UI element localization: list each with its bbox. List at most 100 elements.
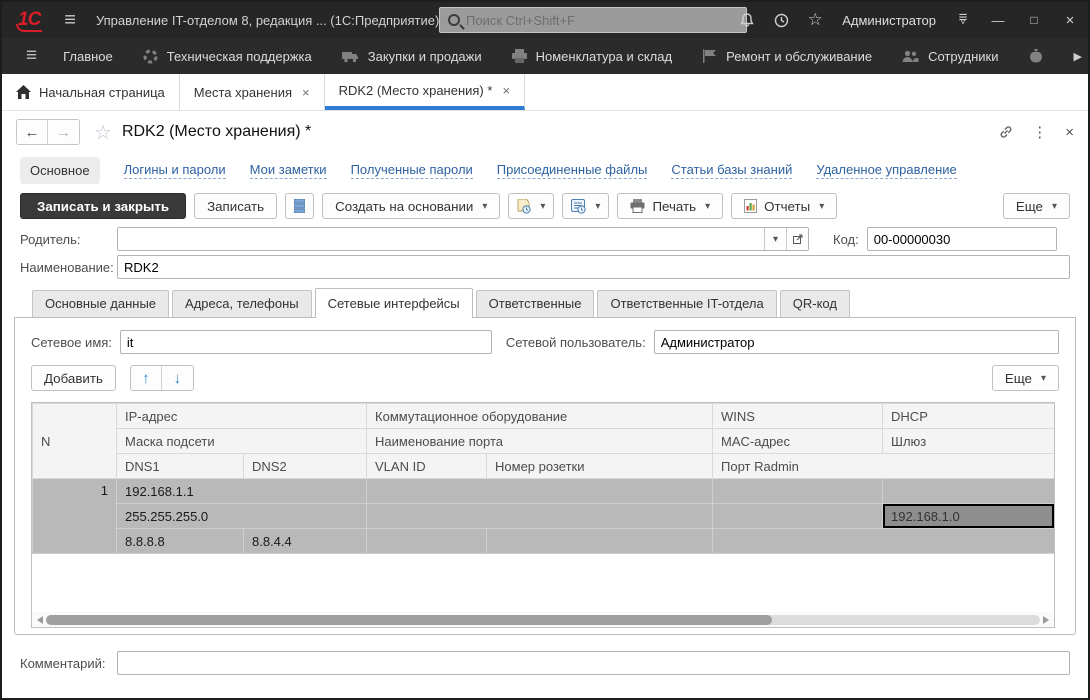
- scroll-right-icon[interactable]: [1043, 616, 1049, 624]
- section-purchases-sales[interactable]: Закупки и продажи: [342, 49, 482, 64]
- navlink-kb-articles[interactable]: Статьи базы знаний: [671, 162, 792, 179]
- net-name-input[interactable]: [120, 330, 492, 354]
- cell-wins[interactable]: [713, 479, 883, 504]
- col-equipment[interactable]: Коммутационное оборудование: [367, 404, 713, 429]
- tab-home-page[interactable]: Начальная страница: [2, 74, 180, 110]
- cell-gateway-selected[interactable]: 192.168.1.0: [883, 504, 1055, 529]
- close-window-button[interactable]: ×: [1052, 2, 1088, 38]
- ptab-qr-code[interactable]: QR-код: [780, 290, 850, 317]
- add-row-button[interactable]: Добавить: [31, 365, 116, 391]
- cell-equipment[interactable]: [367, 479, 713, 504]
- history-icon[interactable]: [764, 2, 798, 38]
- navlink-remote-control[interactable]: Удаленное управление: [816, 162, 956, 179]
- horizontal-scrollbar[interactable]: [32, 612, 1054, 627]
- col-radmin[interactable]: Порт Radmin: [713, 454, 1055, 479]
- code-input[interactable]: [867, 227, 1057, 251]
- notifications-bell-icon[interactable]: [730, 2, 764, 38]
- forward-button[interactable]: →: [48, 120, 79, 144]
- col-wins[interactable]: WINS: [713, 404, 883, 429]
- cell-socket[interactable]: [487, 529, 713, 554]
- ptab-network-interfaces[interactable]: Сетевые интерфейсы: [315, 288, 473, 318]
- parent-dropdown-icon[interactable]: ▾: [764, 228, 786, 250]
- save-button[interactable]: Записать: [194, 193, 277, 219]
- ptab-responsible[interactable]: Ответственные: [476, 290, 595, 317]
- col-ip[interactable]: IP-адрес: [117, 404, 367, 429]
- col-dns1[interactable]: DNS1: [117, 454, 244, 479]
- main-menu-icon[interactable]: ≡: [64, 9, 76, 32]
- parent-input[interactable]: [118, 228, 764, 250]
- scrollbar-thumb[interactable]: [46, 615, 772, 625]
- cell-ip[interactable]: 192.168.1.1: [117, 479, 367, 504]
- toolbar-more-button[interactable]: Еще ▾: [1003, 193, 1070, 219]
- minimize-button[interactable]: —: [980, 2, 1016, 38]
- navlink-main[interactable]: Основное: [20, 157, 100, 184]
- section-tech-support[interactable]: Техническая поддержка: [143, 49, 312, 64]
- grid-row-1-line-1[interactable]: 1 192.168.1.1: [33, 479, 1055, 504]
- move-up-icon[interactable]: ↑: [131, 366, 162, 390]
- move-down-icon[interactable]: ↓: [162, 366, 193, 390]
- tasks-history-dropdown-button[interactable]: ▾: [562, 193, 609, 219]
- current-user[interactable]: Администратор: [832, 13, 946, 28]
- navlink-my-notes[interactable]: Мои заметки: [250, 162, 327, 179]
- favorites-star-icon[interactable]: ☆: [798, 2, 832, 38]
- scrollbar-track[interactable]: [46, 615, 1040, 625]
- net-user-input[interactable]: [654, 330, 1059, 354]
- reports-button[interactable]: Отчеты ▾: [731, 193, 837, 219]
- register-records-button[interactable]: [285, 193, 314, 219]
- col-vlan[interactable]: VLAN ID: [367, 454, 487, 479]
- tab-close-icon[interactable]: ×: [302, 85, 310, 100]
- tab-storage-places[interactable]: Места хранения ×: [180, 74, 325, 110]
- grid-row-1-line-3[interactable]: 8.8.8.8 8.8.4.4: [33, 529, 1055, 554]
- cell-n[interactable]: 1: [33, 479, 117, 554]
- doc-history-dropdown-button[interactable]: ▾: [508, 193, 554, 219]
- navlink-logins-passwords[interactable]: Логины и пароли: [124, 162, 226, 179]
- section-main[interactable]: Главное: [63, 49, 113, 64]
- close-form-icon[interactable]: ×: [1065, 124, 1074, 141]
- section-money-partial[interactable]: [1029, 49, 1043, 63]
- section-repair-maintenance[interactable]: Ремонт и обслуживание: [702, 49, 872, 64]
- grid-more-button[interactable]: Еще ▾: [992, 365, 1059, 391]
- back-button[interactable]: ←: [17, 120, 48, 144]
- scroll-left-icon[interactable]: [37, 616, 43, 624]
- sections-panel-icon[interactable]: ≡: [26, 45, 37, 67]
- col-mac[interactable]: MAC-адрес: [713, 429, 883, 454]
- cell-dns1[interactable]: 8.8.8.8: [117, 529, 244, 554]
- navlink-received-passwords[interactable]: Полученные пароли: [351, 162, 473, 179]
- cell-dhcp[interactable]: [883, 479, 1055, 504]
- ptab-main-data[interactable]: Основные данные: [32, 290, 169, 317]
- cell-dns2[interactable]: 8.8.4.4: [244, 529, 367, 554]
- cell-port-name[interactable]: [367, 504, 713, 529]
- create-based-on-button[interactable]: Создать на основании ▾: [322, 193, 500, 219]
- parent-combo-field[interactable]: ▾: [117, 227, 809, 251]
- cell-radmin[interactable]: [713, 529, 1055, 554]
- parent-open-icon[interactable]: [786, 228, 808, 250]
- tab-close-icon[interactable]: ×: [502, 83, 510, 98]
- col-n[interactable]: N: [33, 404, 117, 479]
- print-button[interactable]: Печать ▾: [617, 193, 723, 219]
- favorite-star-icon[interactable]: ☆: [94, 120, 112, 145]
- col-gateway[interactable]: Шлюз: [883, 429, 1055, 454]
- more-actions-kebab-icon[interactable]: ⋮: [1032, 123, 1047, 141]
- tab-rdk2-active[interactable]: RDK2 (Место хранения) * ×: [325, 74, 525, 110]
- ptab-addresses[interactable]: Адреса, телефоны: [172, 290, 312, 317]
- cell-mac[interactable]: [713, 504, 883, 529]
- navlink-attached-files[interactable]: Присоединенные файлы: [497, 162, 648, 179]
- grid-row-1-line-2[interactable]: 255.255.255.0 192.168.1.0: [33, 504, 1055, 529]
- maximize-button[interactable]: □: [1016, 2, 1052, 38]
- global-search-input[interactable]: Поиск Ctrl+Shift+F: [439, 7, 747, 33]
- cell-vlan[interactable]: [367, 529, 487, 554]
- save-and-close-button[interactable]: Записать и закрыть: [20, 193, 186, 219]
- ptab-responsible-it[interactable]: Ответственные IT-отдела: [597, 290, 776, 317]
- col-port-name[interactable]: Наименование порта: [367, 429, 713, 454]
- col-socket[interactable]: Номер розетки: [487, 454, 713, 479]
- col-dhcp[interactable]: DHCP: [883, 404, 1055, 429]
- cell-mask[interactable]: 255.255.255.0: [117, 504, 367, 529]
- col-mask[interactable]: Маска подсети: [117, 429, 367, 454]
- service-menu-icon[interactable]: ≡˅: [946, 2, 980, 38]
- section-employees[interactable]: Сотрудники: [902, 49, 998, 64]
- comment-input[interactable]: [117, 651, 1070, 675]
- menu-overflow-icon[interactable]: ▶: [1074, 50, 1082, 63]
- section-nomenclature-warehouse[interactable]: Номенклатура и склад: [512, 49, 672, 64]
- col-dns2[interactable]: DNS2: [244, 454, 367, 479]
- name-input[interactable]: [117, 255, 1070, 279]
